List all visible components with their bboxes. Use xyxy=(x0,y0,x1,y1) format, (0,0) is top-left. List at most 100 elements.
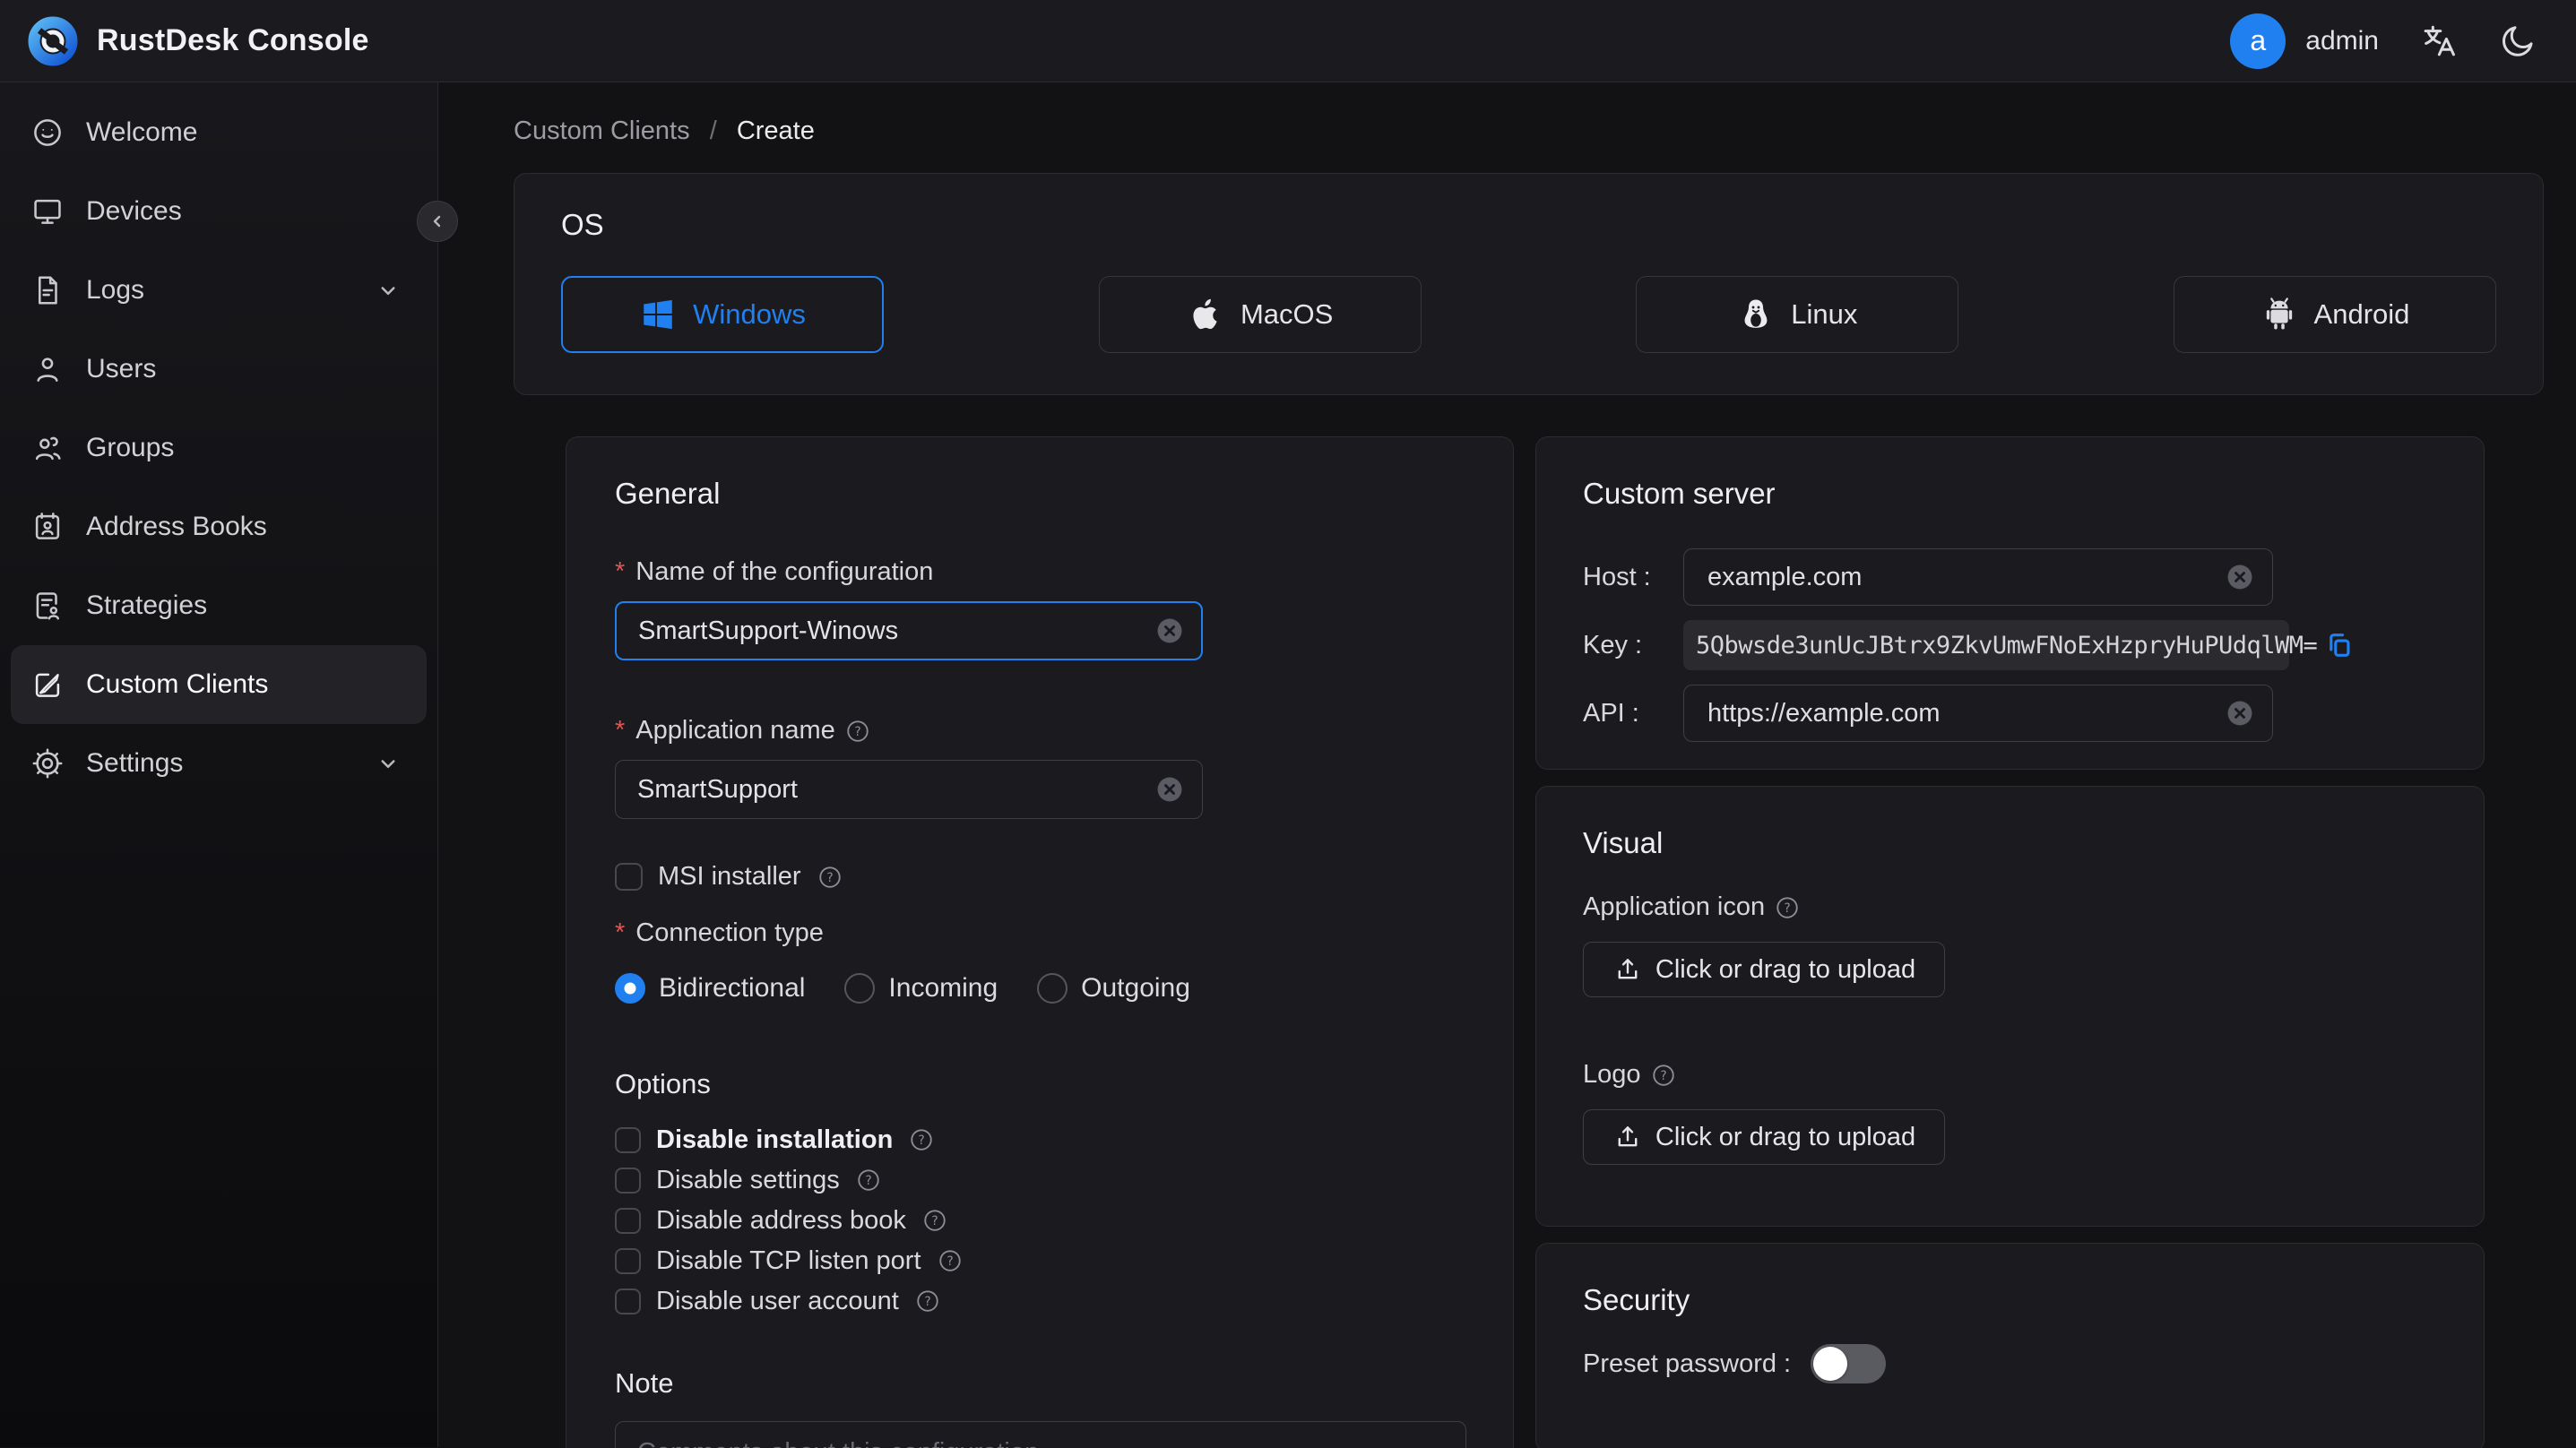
radio-outgoing[interactable]: Outgoing xyxy=(1037,973,1190,1004)
svg-text:?: ? xyxy=(919,1133,925,1148)
sidebar-item-address-books[interactable]: Address Books xyxy=(11,487,427,566)
option-label: Disable settings xyxy=(656,1165,840,1194)
os-button-label: Android xyxy=(2313,298,2410,330)
radio-label: Bidirectional xyxy=(659,973,806,1003)
help-icon[interactable]: ? xyxy=(937,1247,964,1274)
os-button-android[interactable]: Android xyxy=(2173,276,2496,353)
disable-settings-checkbox[interactable] xyxy=(615,1167,641,1194)
form-columns: General * Name of the configuration Smar… xyxy=(566,436,2485,1448)
radio-bidirectional[interactable]: Bidirectional xyxy=(615,973,805,1004)
contact-card-icon xyxy=(35,513,60,539)
chevron-down-icon xyxy=(381,760,395,768)
logo-label-text: Logo xyxy=(1583,1060,1641,1089)
clear-input-icon[interactable] xyxy=(2225,698,2255,728)
help-icon[interactable]: ? xyxy=(844,718,871,745)
preset-password-label: Preset password : xyxy=(1583,1349,1792,1378)
breadcrumb-custom-clients[interactable]: Custom Clients xyxy=(514,116,690,145)
option-label: Disable user account xyxy=(656,1286,899,1315)
help-icon[interactable]: ? xyxy=(921,1207,948,1234)
config-name-label: * Name of the configuration xyxy=(615,557,1465,587)
svg-text:?: ? xyxy=(931,1214,938,1228)
radio-label: Outgoing xyxy=(1081,973,1190,1003)
os-button-windows[interactable]: Windows xyxy=(561,276,884,353)
api-row: API : xyxy=(1583,685,2437,742)
msi-installer-checkbox[interactable] xyxy=(615,863,643,891)
upload-button-label: Click or drag to upload xyxy=(1655,954,1916,984)
application-icon-upload-button[interactable]: Click or drag to upload xyxy=(1583,942,1945,997)
help-icon[interactable]: ? xyxy=(908,1126,935,1153)
svg-text:?: ? xyxy=(854,725,860,739)
sidebar-item-strategies[interactable]: Strategies xyxy=(11,566,427,645)
msi-installer-row: MSI installer ? xyxy=(615,862,1465,892)
app-name-input[interactable] xyxy=(615,760,1203,819)
breadcrumb: Custom Clients / Create xyxy=(514,116,2544,146)
clear-input-icon[interactable] xyxy=(2225,562,2255,592)
help-icon[interactable]: ? xyxy=(1774,894,1801,921)
os-button-linux[interactable]: Linux xyxy=(1636,276,1959,353)
help-icon[interactable]: ? xyxy=(817,864,843,891)
svg-text:?: ? xyxy=(865,1174,871,1188)
required-asterisk: * xyxy=(615,557,626,586)
monitor-icon xyxy=(34,199,61,224)
sidebar-item-settings[interactable]: Settings xyxy=(11,724,427,803)
chevron-left-icon xyxy=(433,215,441,228)
visual-title: Visual xyxy=(1583,826,1664,859)
radio-incoming[interactable]: Incoming xyxy=(844,973,998,1004)
api-input[interactable] xyxy=(1683,685,2273,742)
sidebar-item-groups[interactable]: Groups xyxy=(11,409,427,487)
smiley-icon xyxy=(34,119,61,146)
svg-text:?: ? xyxy=(1660,1069,1666,1083)
host-label: Host : xyxy=(1583,562,1651,591)
config-name-input-wrap xyxy=(615,601,1203,660)
logo-upload-button[interactable]: Click or drag to upload xyxy=(1583,1109,1945,1165)
disable-user-account-checkbox[interactable] xyxy=(615,1288,641,1314)
upload-icon xyxy=(1618,1126,1638,1147)
sidebar: Welcome Devices Logs Users Groups Addres… xyxy=(0,82,458,1447)
app-title: RustDesk Console xyxy=(97,23,369,57)
gear-icon xyxy=(32,748,63,779)
preset-password-toggle[interactable] xyxy=(1811,1344,1887,1383)
dark-mode-moon-icon[interactable] xyxy=(2499,22,2537,60)
help-icon[interactable]: ? xyxy=(914,1288,941,1314)
translate-icon[interactable] xyxy=(2420,22,2458,60)
required-asterisk: * xyxy=(615,918,626,947)
help-icon[interactable]: ? xyxy=(855,1167,882,1194)
clear-input-icon[interactable] xyxy=(1154,774,1185,805)
application-icon-label-text: Application icon xyxy=(1583,892,1766,921)
copy-icon[interactable] xyxy=(2324,630,2355,660)
username[interactable]: admin xyxy=(2305,26,2379,56)
policy-doc-icon xyxy=(36,592,59,620)
key-label: Key : xyxy=(1583,630,1643,659)
clear-input-icon[interactable] xyxy=(1154,616,1185,646)
chevron-down-icon xyxy=(381,287,395,295)
people-icon xyxy=(35,436,61,461)
option-label: Disable installation xyxy=(656,1125,894,1154)
sidebar-item-label: Custom Clients xyxy=(86,669,269,699)
svg-text:?: ? xyxy=(826,871,833,885)
note-textarea[interactable] xyxy=(615,1421,1466,1448)
sidebar-item-devices[interactable]: Devices xyxy=(11,172,427,251)
key-value: 5Qbwsde3unUcJBtrx9ZkvUmwFNoExHzpryHuPUdq… xyxy=(1696,631,2318,659)
sidebar-item-users[interactable]: Users xyxy=(11,330,427,409)
sidebar-item-custom-clients[interactable]: Custom Clients xyxy=(11,645,427,724)
host-input[interactable] xyxy=(1683,548,2273,606)
os-button-macos[interactable]: MacOS xyxy=(1098,276,1422,353)
host-input-wrap xyxy=(1683,548,2273,606)
key-value-box: 5Qbwsde3unUcJBtrx9ZkvUmwFNoExHzpryHuPUdq… xyxy=(1683,620,2350,670)
android-icon xyxy=(2266,297,2292,330)
os-button-label: Linux xyxy=(1791,298,1858,330)
sidebar-collapse-button[interactable] xyxy=(417,201,458,242)
sidebar-item-welcome[interactable]: Welcome xyxy=(11,93,427,172)
option-disable-user-account: Disable user account ? xyxy=(615,1285,1465,1317)
avatar-letter: a xyxy=(2250,24,2267,56)
security-title: Security xyxy=(1583,1283,1690,1316)
disable-address-book-checkbox[interactable] xyxy=(615,1207,641,1234)
svg-text:?: ? xyxy=(1784,901,1790,916)
sidebar-item-logs[interactable]: Logs xyxy=(11,251,427,330)
help-icon[interactable]: ? xyxy=(1650,1062,1677,1089)
disable-tcp-listen-port-checkbox[interactable] xyxy=(615,1247,641,1274)
disable-installation-checkbox[interactable] xyxy=(615,1126,641,1153)
avatar[interactable]: a xyxy=(2230,13,2286,69)
windows-icon xyxy=(644,299,672,330)
config-name-input[interactable] xyxy=(615,601,1203,660)
